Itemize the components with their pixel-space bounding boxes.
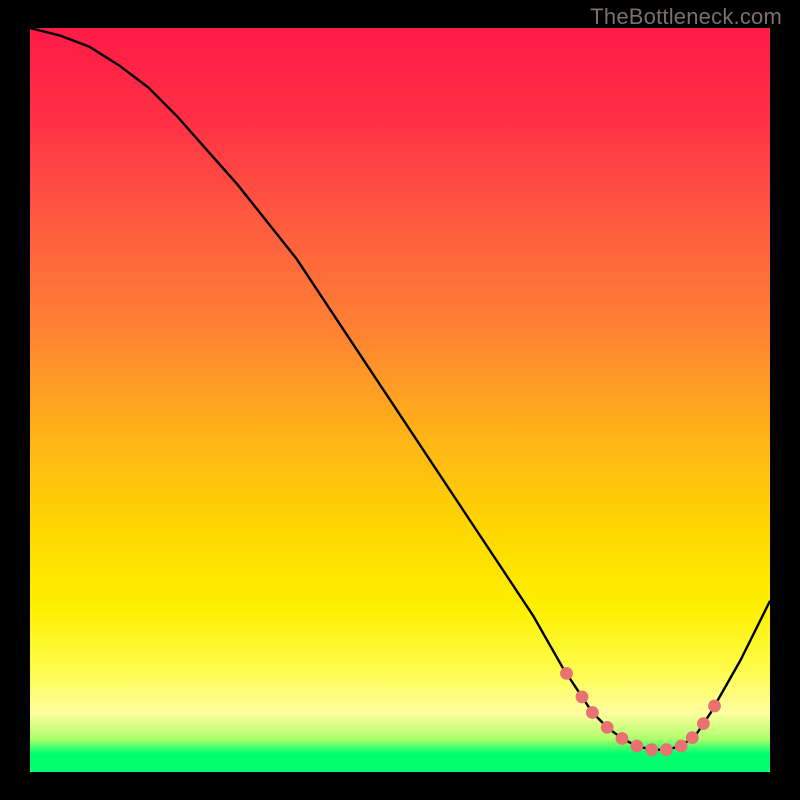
- highlight-dot: [630, 740, 643, 753]
- attribution-text: TheBottleneck.com: [590, 4, 782, 30]
- highlight-dot: [576, 691, 589, 704]
- highlight-dot: [686, 731, 699, 744]
- highlight-dot: [586, 706, 599, 719]
- bottleneck-chart: [0, 0, 800, 800]
- highlight-dot: [708, 700, 721, 713]
- plot-background: [30, 28, 770, 772]
- highlight-dot: [601, 721, 614, 734]
- highlight-dot: [675, 740, 688, 753]
- highlight-dot: [660, 743, 673, 756]
- highlight-dot: [560, 667, 573, 680]
- highlight-dot: [616, 732, 629, 745]
- highlight-dot: [645, 743, 658, 756]
- highlight-dot: [697, 717, 710, 730]
